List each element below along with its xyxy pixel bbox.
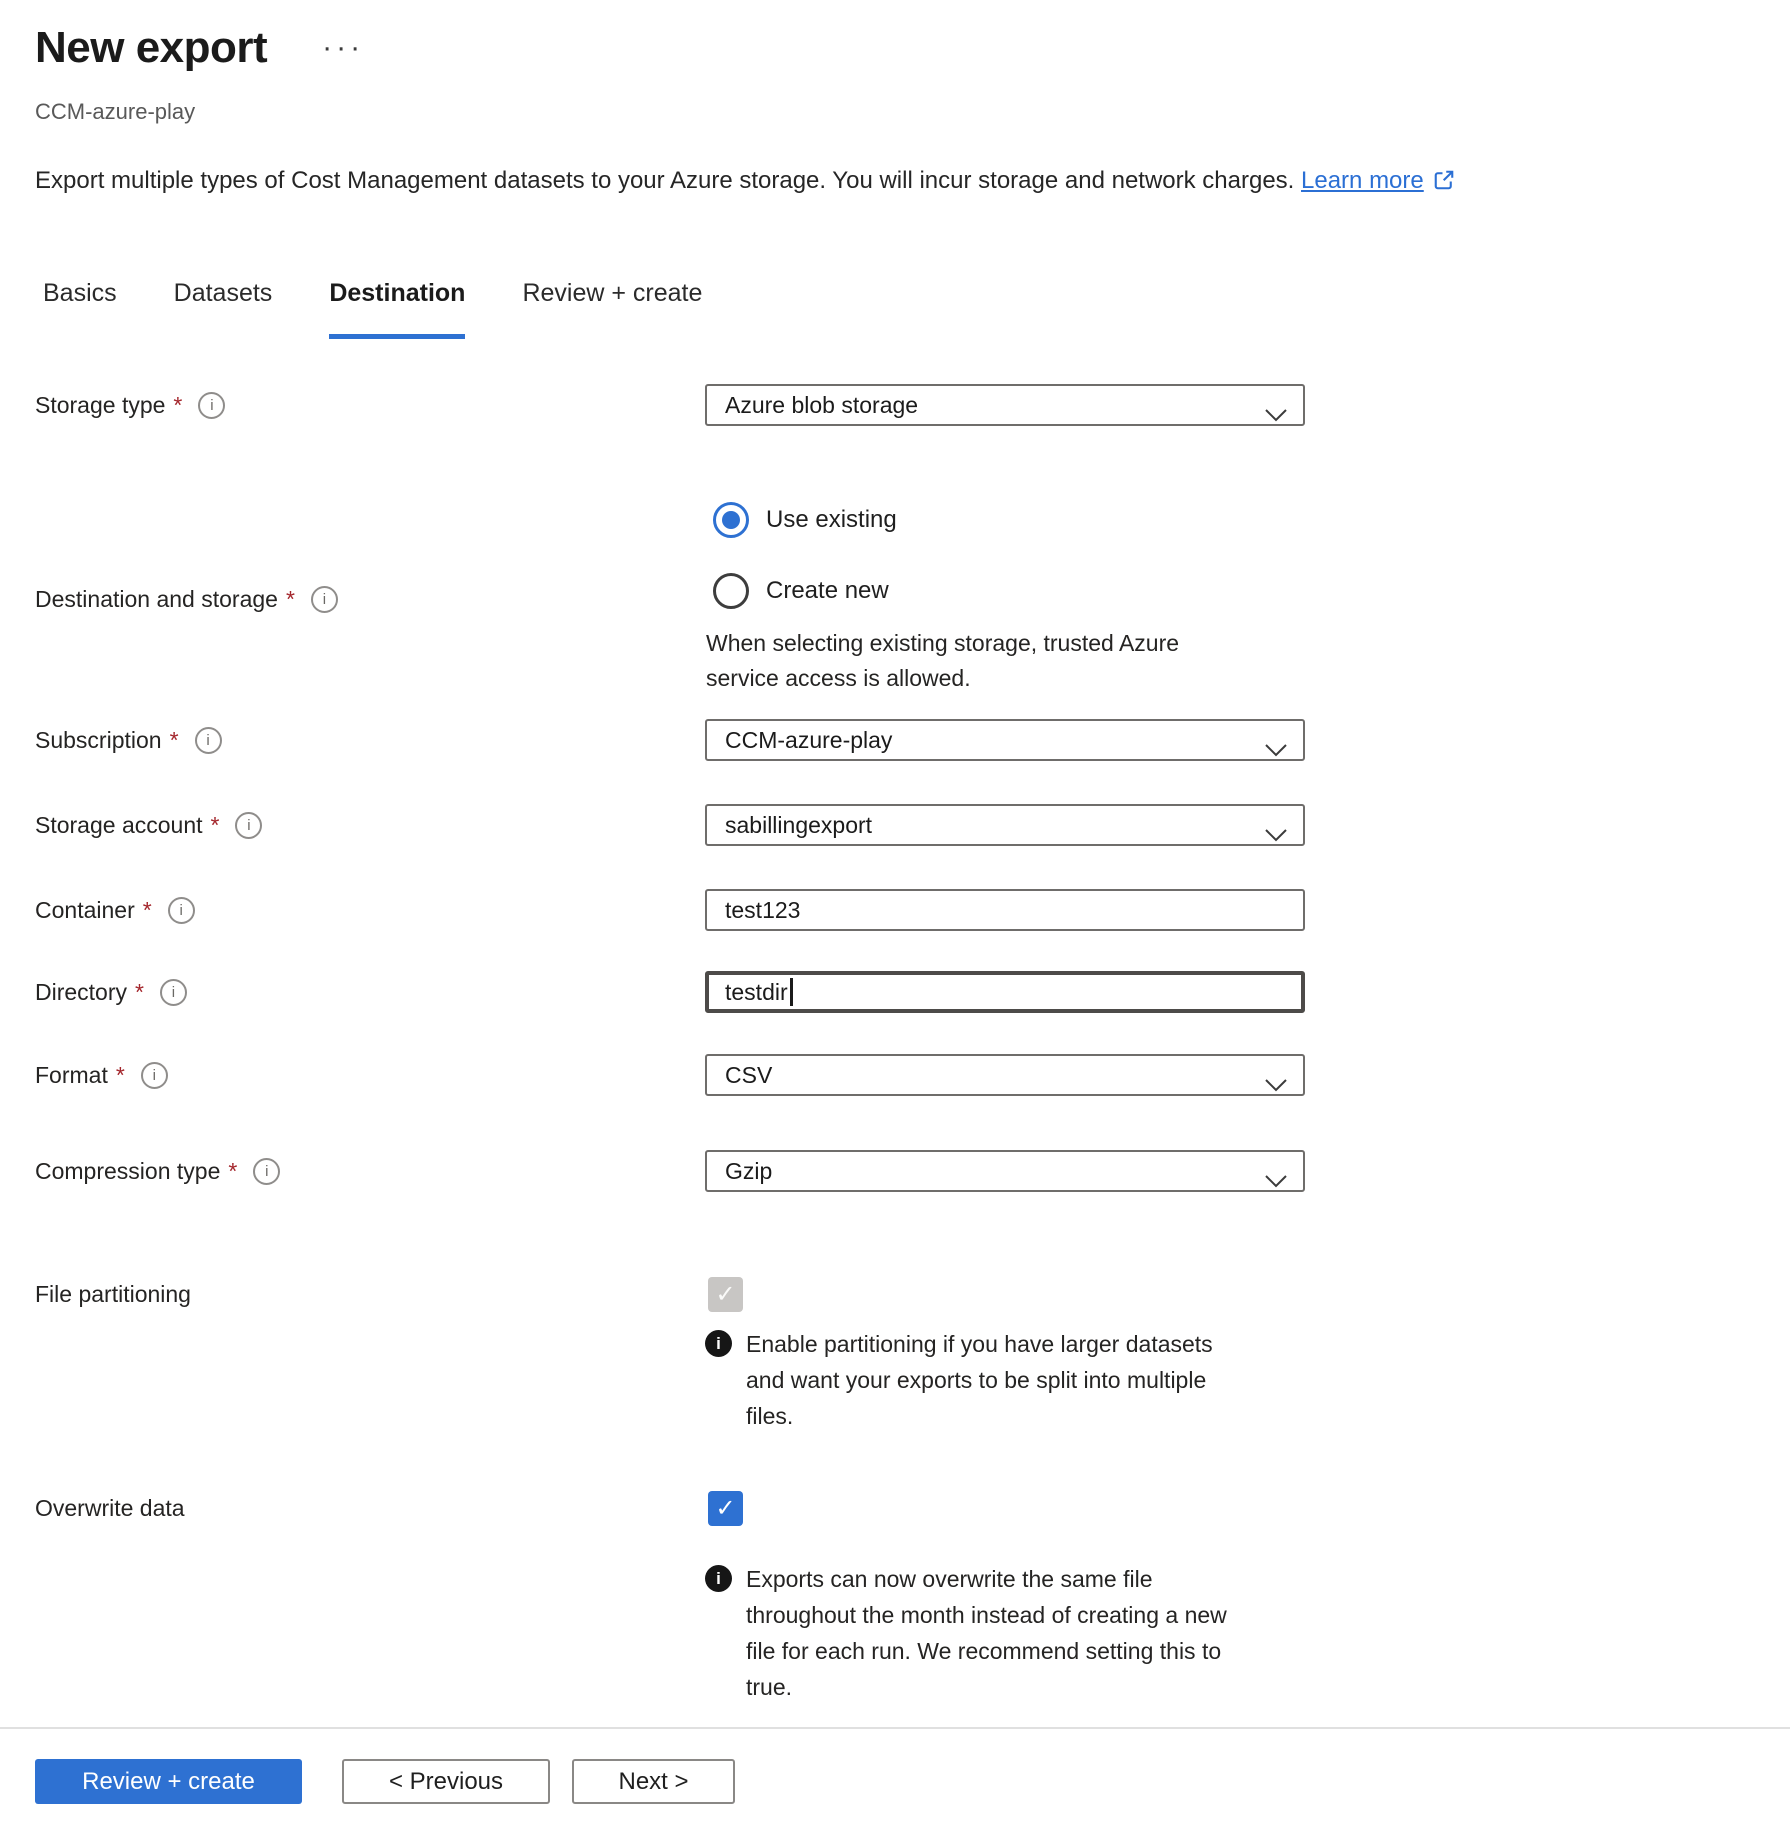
storage-account-select[interactable]: sabillingexport: [705, 804, 1305, 846]
info-filled-icon: i: [705, 1565, 732, 1592]
storage-type-select[interactable]: Azure blob storage: [705, 384, 1305, 426]
radio-use-existing[interactable]: Use existing: [713, 502, 1305, 538]
info-icon[interactable]: i: [198, 392, 225, 419]
container-row: Container * i test123: [0, 889, 1790, 931]
directory-row: Directory * i testdir: [0, 971, 1790, 1013]
next-button[interactable]: Next >: [572, 1759, 735, 1804]
file-partitioning-label: File partitioning: [35, 1281, 191, 1308]
page-title: New export: [35, 24, 267, 72]
info-icon[interactable]: i: [195, 727, 222, 754]
directory-value: testdir: [725, 979, 788, 1006]
format-select[interactable]: CSV: [705, 1054, 1305, 1096]
checkmark-icon: ✓: [715, 1494, 735, 1523]
required-asterisk: *: [170, 727, 179, 754]
storage-account-value: sabillingexport: [725, 812, 872, 839]
footer-actions: Review + create < Previous Next >: [35, 1759, 1790, 1804]
radio-unselected-icon: [713, 573, 749, 609]
file-partitioning-checkbox-disabled-checked: ✓: [708, 1277, 743, 1312]
storage-type-value: Azure blob storage: [725, 392, 918, 419]
info-icon[interactable]: i: [253, 1158, 280, 1185]
chevron-down-icon: [1265, 1167, 1287, 1194]
overwrite-data-label: Overwrite data: [35, 1495, 185, 1522]
format-label: Format: [35, 1062, 108, 1089]
subscription-select[interactable]: CCM-azure-play: [705, 719, 1305, 761]
storage-account-row: Storage account * i sabillingexport: [0, 804, 1790, 846]
required-asterisk: *: [135, 979, 144, 1006]
directory-label: Directory: [35, 979, 127, 1006]
overwrite-data-note-row: i Exports can now overwrite the same fil…: [0, 1561, 1790, 1705]
chevron-down-icon: [1265, 401, 1287, 428]
info-filled-icon: i: [705, 1330, 732, 1357]
learn-more-link[interactable]: Learn more: [1301, 167, 1424, 194]
container-value: test123: [725, 897, 800, 924]
page-header: New export ···: [35, 24, 1790, 72]
storage-type-row: Storage type * i Azure blob storage: [0, 384, 1790, 426]
directory-input[interactable]: testdir: [705, 971, 1305, 1013]
format-row: Format * i CSV: [0, 1054, 1790, 1096]
chevron-down-icon: [1265, 1071, 1287, 1098]
info-icon[interactable]: i: [235, 812, 262, 839]
radio-create-new-label: Create new: [766, 577, 889, 605]
file-partitioning-note-text: Enable partitioning if you have larger d…: [746, 1326, 1231, 1434]
info-icon[interactable]: i: [160, 979, 187, 1006]
compression-type-label: Compression type: [35, 1158, 220, 1185]
info-icon[interactable]: i: [141, 1062, 168, 1089]
tab-review-create[interactable]: Review + create: [522, 278, 702, 339]
tab-destination[interactable]: Destination: [329, 278, 465, 339]
required-asterisk: *: [228, 1158, 237, 1185]
radio-selected-icon: [713, 502, 749, 538]
external-link-icon: [1432, 168, 1456, 200]
chevron-down-icon: [1265, 736, 1287, 763]
destination-storage-label: Destination and storage: [35, 586, 278, 613]
chevron-down-icon: [1265, 821, 1287, 848]
subscription-row: Subscription * i CCM-azure-play: [0, 719, 1790, 761]
required-asterisk: *: [143, 897, 152, 924]
more-options-icon[interactable]: ···: [322, 33, 364, 63]
required-asterisk: *: [173, 392, 182, 419]
compression-type-select[interactable]: Gzip: [705, 1150, 1305, 1192]
file-partitioning-row: File partitioning ✓: [0, 1277, 1790, 1312]
required-asterisk: *: [116, 1062, 125, 1089]
review-create-button[interactable]: Review + create: [35, 1759, 302, 1804]
page-description: Export multiple types of Cost Management…: [35, 166, 1790, 200]
text-cursor: [790, 978, 793, 1006]
footer-divider: [0, 1727, 1790, 1729]
radio-dot: [722, 511, 740, 529]
compression-type-value: Gzip: [725, 1158, 772, 1185]
radio-use-existing-label: Use existing: [766, 506, 897, 534]
info-icon[interactable]: i: [168, 897, 195, 924]
tab-datasets[interactable]: Datasets: [174, 278, 273, 339]
checkmark-icon: ✓: [715, 1280, 735, 1309]
radio-create-new[interactable]: Create new: [713, 573, 1305, 609]
required-asterisk: *: [286, 586, 295, 613]
format-value: CSV: [725, 1062, 772, 1089]
wizard-tabs: Basics Datasets Destination Review + cre…: [43, 278, 1790, 339]
storage-type-label: Storage type: [35, 392, 165, 419]
previous-button[interactable]: < Previous: [342, 1759, 550, 1804]
file-partitioning-note-row: i Enable partitioning if you have larger…: [0, 1326, 1790, 1434]
destination-storage-row: Destination and storage * i Use existing…: [0, 502, 1790, 696]
compression-type-row: Compression type * i Gzip: [0, 1150, 1790, 1192]
container-label: Container: [35, 897, 135, 924]
overwrite-data-note-text: Exports can now overwrite the same file …: [746, 1561, 1231, 1705]
overwrite-data-row: Overwrite data ✓: [0, 1491, 1790, 1526]
container-input[interactable]: test123: [705, 889, 1305, 931]
tab-basics[interactable]: Basics: [43, 278, 117, 339]
storage-account-label: Storage account: [35, 812, 203, 839]
new-export-page: New export ··· CCM-azure-play Export mul…: [0, 0, 1790, 1832]
description-text: Export multiple types of Cost Management…: [35, 167, 1294, 194]
overwrite-data-checkbox-checked[interactable]: ✓: [708, 1491, 743, 1526]
subscription-label: Subscription: [35, 727, 162, 754]
page-subtitle: CCM-azure-play: [35, 99, 1790, 125]
destination-storage-helper-text: When selecting existing storage, trusted…: [706, 626, 1191, 696]
info-icon[interactable]: i: [311, 586, 338, 613]
required-asterisk: *: [211, 812, 220, 839]
subscription-value: CCM-azure-play: [725, 727, 892, 754]
